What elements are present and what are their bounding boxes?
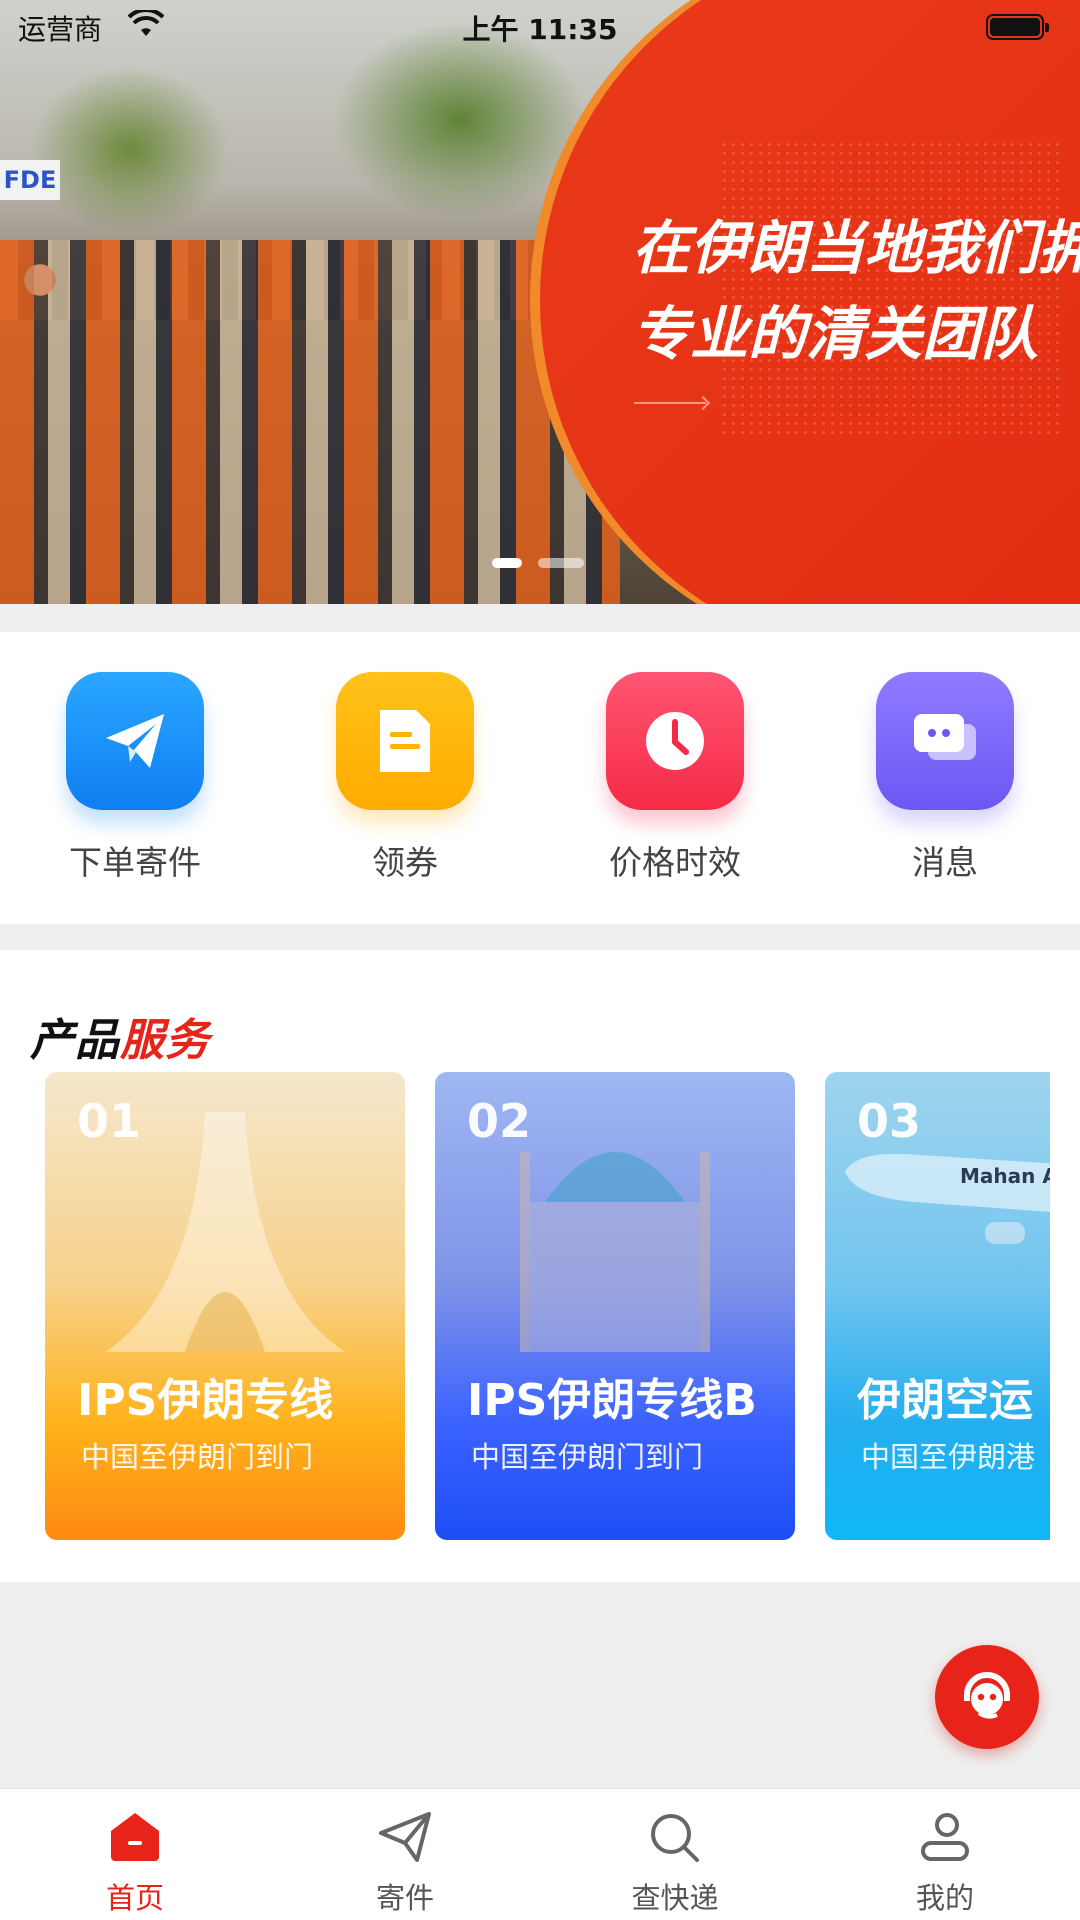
card-number: 01 xyxy=(77,1094,142,1148)
tab-track[interactable]: 查快递 xyxy=(575,1807,775,1917)
product-card-2[interactable]: 02 IPS伊朗专线B 中国至伊朗门到门 xyxy=(435,1072,795,1540)
customer-service-button[interactable] xyxy=(935,1645,1039,1749)
team-photo-crowd xyxy=(0,240,620,604)
carousel-dot-inactive[interactable] xyxy=(538,558,584,568)
tab-label: 查快递 xyxy=(631,1881,719,1915)
building-sign: FDE xyxy=(0,160,60,200)
card-title: 伊朗空运 xyxy=(857,1375,1033,1426)
tab-label: 首页 xyxy=(105,1881,164,1915)
battery-icon xyxy=(986,14,1049,40)
tab-send[interactable]: 寄件 xyxy=(305,1807,505,1917)
quick-item-price[interactable]: 价格时效 xyxy=(575,672,775,884)
quick-item-message[interactable]: 消息 xyxy=(845,672,1045,884)
section-title-part-1: 产品 xyxy=(30,1015,120,1066)
product-services-section: 产品服务 01 IPS伊朗专线 中国至伊朗门到门 02 IPS伊朗专线B 中国至… xyxy=(0,950,1080,1582)
card-subtitle: 中国至伊朗门到门 xyxy=(471,1440,704,1474)
quick-item-label: 领券 xyxy=(372,843,438,882)
tab-profile[interactable]: 我的 xyxy=(845,1807,1045,1917)
bottom-tab-bar: 首页 寄件 查快递 我的 xyxy=(0,1788,1080,1920)
banner-arrow-icon xyxy=(634,402,706,404)
quick-item-coupon[interactable]: 领券 xyxy=(305,672,505,884)
send-icon xyxy=(305,1807,505,1867)
search-icon xyxy=(575,1807,775,1867)
user-icon xyxy=(845,1807,1045,1867)
hero-banner-carousel[interactable]: FDE 在伊朗当地我们拥有 专业的清关团队 xyxy=(0,0,1080,604)
chat-bubble-icon xyxy=(876,672,1014,810)
quick-menu: 下单寄件 领券 价格时效 消息 xyxy=(0,632,1080,924)
banner-headline: 在伊朗当地我们拥有 专业的清关团队 xyxy=(632,205,1080,377)
card-title: IPS伊朗专线 xyxy=(77,1375,334,1426)
card-subtitle: 中国至伊朗门到门 xyxy=(81,1440,314,1474)
card-title: IPS伊朗专线B xyxy=(467,1375,757,1426)
banner-line-2: 专业的清关团队 xyxy=(632,300,1039,368)
quick-item-label: 消息 xyxy=(912,843,978,882)
headset-icon xyxy=(964,1672,1010,1719)
paper-plane-icon xyxy=(66,672,204,810)
coupon-document-icon xyxy=(336,672,474,810)
quick-item-label: 价格时效 xyxy=(609,843,741,882)
product-card-carousel[interactable]: 01 IPS伊朗专线 中国至伊朗门到门 02 IPS伊朗专线B 中国至伊朗门到门… xyxy=(0,1072,1050,1542)
card-subtitle: 中国至伊朗港 xyxy=(861,1440,1036,1474)
building-sign-text: FDE xyxy=(3,166,57,194)
product-card-1[interactable]: 01 IPS伊朗专线 中国至伊朗门到门 xyxy=(45,1072,405,1540)
product-card-3[interactable]: Mahan Ai 03 伊朗空运 中国至伊朗港 xyxy=(825,1072,1050,1540)
section-title: 产品服务 xyxy=(30,1004,210,1068)
airline-livery-text: Mahan Ai xyxy=(960,1164,1050,1188)
clock-time: 上午 11:35 xyxy=(462,13,618,46)
tab-label: 寄件 xyxy=(375,1881,434,1915)
card-number: 02 xyxy=(467,1094,532,1148)
card-number: 03 xyxy=(857,1094,922,1148)
tab-label: 我的 xyxy=(915,1881,974,1915)
tab-home[interactable]: 首页 xyxy=(35,1807,235,1917)
section-title-part-2: 服务 xyxy=(120,1015,210,1066)
home-icon xyxy=(35,1807,235,1867)
status-bar: 运营商 上午 11:35 xyxy=(0,0,1080,56)
clock-icon xyxy=(606,672,744,810)
carousel-dot-active[interactable] xyxy=(492,558,522,568)
quick-item-label: 下单寄件 xyxy=(69,843,201,882)
banner-line-1: 在伊朗当地我们拥有 xyxy=(632,214,1080,282)
quick-item-order[interactable]: 下单寄件 xyxy=(35,672,235,884)
